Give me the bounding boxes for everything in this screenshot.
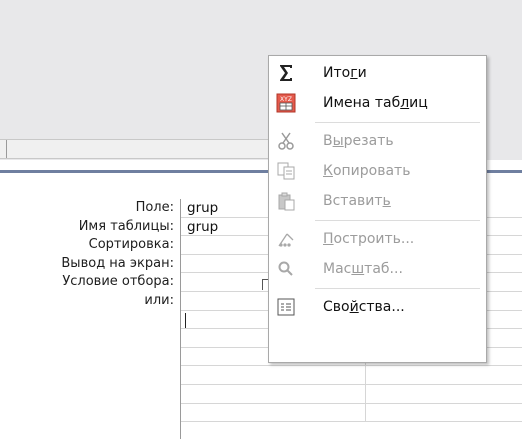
row-label-table: Имя таблицы: xyxy=(78,218,174,234)
scroll-marker xyxy=(6,140,7,158)
grid-row-blank-5 xyxy=(181,384,522,404)
menu-item-properties[interactable]: Свойства... xyxy=(269,292,486,322)
build-icon xyxy=(276,229,296,249)
menu-item-copy[interactable]: Копировать xyxy=(269,156,486,186)
scissors-icon xyxy=(276,131,296,151)
svg-text:XYZ: XYZ xyxy=(280,96,292,103)
menu-separator xyxy=(315,288,480,289)
table-names-icon: XYZ xyxy=(276,93,296,113)
menu-item-build[interactable]: Построить... xyxy=(269,224,486,254)
grid-row-blank-6 xyxy=(181,403,522,423)
menu-item-totals[interactable]: Итоги xyxy=(269,58,486,88)
row-label-or: или: xyxy=(144,292,174,308)
text-caret xyxy=(185,312,186,328)
row-label-sort: Сортировка: xyxy=(88,237,174,253)
blank-cell[interactable] xyxy=(181,384,366,403)
menu-separator xyxy=(315,122,480,123)
menu-item-zoom[interactable]: Масштаб... xyxy=(269,254,486,284)
menu-item-cut[interactable]: Вырезать xyxy=(269,126,486,156)
properties-icon xyxy=(276,297,296,317)
menu-separator xyxy=(315,220,480,221)
menu-item-paste[interactable]: Вставить xyxy=(269,186,486,216)
blank-cell[interactable] xyxy=(181,366,366,384)
blank-cell[interactable] xyxy=(181,403,366,422)
paste-icon xyxy=(276,191,296,211)
grid-row-blank-4 xyxy=(181,366,522,385)
copy-icon xyxy=(276,161,296,181)
horizontal-scrollbar[interactable] xyxy=(0,139,270,159)
menu-item-table-names[interactable]: XYZ Имена таблиц xyxy=(269,88,486,118)
row-label-criteria: Условие отбора: xyxy=(62,274,174,290)
sigma-icon xyxy=(276,63,296,83)
zoom-icon xyxy=(276,259,296,279)
row-label-show: Вывод на экран: xyxy=(61,255,174,271)
row-label-field: Поле: xyxy=(135,200,174,215)
context-menu: Итоги XYZ Имена таблиц Вырезать Копирова… xyxy=(268,55,487,363)
row-labels: Поле: Имя таблицы: Сортировка: Вывод на … xyxy=(0,199,176,311)
